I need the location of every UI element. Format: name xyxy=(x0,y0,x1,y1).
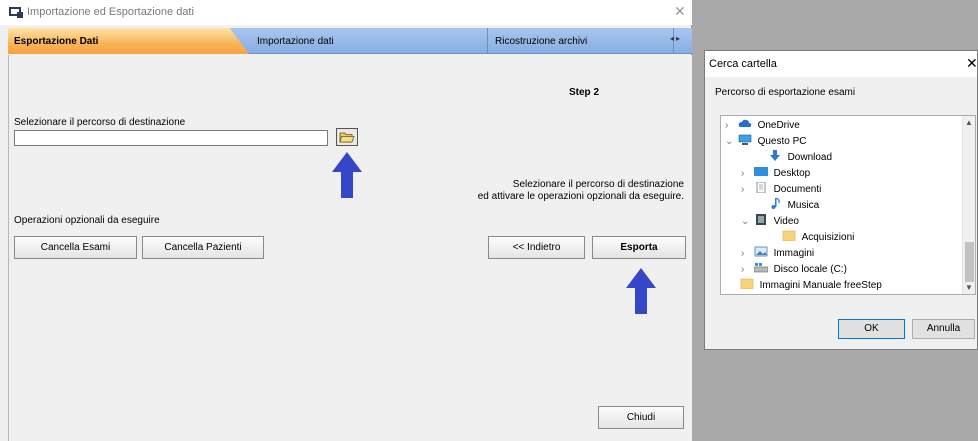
tree-scrollbar[interactable]: ▲ ▼ xyxy=(962,116,975,294)
step-label: Step 2 xyxy=(569,87,600,98)
app-icon xyxy=(9,7,23,18)
hint-line-1: Selezionare il percorso di destinazione xyxy=(512,179,684,190)
annulla-button[interactable]: Annulla xyxy=(912,319,975,339)
tab-esportazione-dati[interactable]: Esportazione Dati xyxy=(8,28,249,54)
scrollbar-thumb[interactable] xyxy=(965,242,974,282)
tree-item-acquisizioni[interactable]: Acquisizioni xyxy=(769,230,854,246)
browse-folder-button[interactable] xyxy=(336,128,358,146)
tree-item-video[interactable]: ⌄ Video xyxy=(741,214,799,230)
documents-icon xyxy=(756,182,766,193)
main-window: Importazione ed Esportazione dati ✕ Espo… xyxy=(0,0,692,441)
tree-item-immagini[interactable]: › Immagini xyxy=(741,246,814,262)
hint-line-2: ed attivare le operazioni opzionali da e… xyxy=(477,191,684,202)
tree-item-questo-pc[interactable]: ⌄ Questo PC xyxy=(725,134,806,150)
destination-label: Selezionare il percorso di destinazione xyxy=(14,117,186,128)
folder-tree[interactable]: › OneDrive ⌄ Questo PC Download › Deskto… xyxy=(720,115,976,295)
download-icon xyxy=(769,150,780,161)
optional-operations-label: Operazioni opzionali da eseguire xyxy=(14,215,160,226)
tab-importazione-dati[interactable]: Importazione dati xyxy=(251,28,488,54)
close-button[interactable]: Chiudi xyxy=(598,406,684,429)
tree-item-documenti[interactable]: › Documenti xyxy=(741,182,821,198)
tree-item-immagini-manuale-freestep[interactable]: Immagini Manuale freeStep xyxy=(727,278,882,294)
tree-item-onedrive[interactable]: › OneDrive xyxy=(725,118,800,134)
title-bar: Importazione ed Esportazione dati ✕ xyxy=(0,0,692,25)
chevron-right-icon[interactable]: › xyxy=(741,166,751,182)
folder-icon xyxy=(782,230,796,241)
ok-button[interactable]: OK xyxy=(838,319,905,339)
tab-ricostruzione-archivi[interactable]: Ricostruzione archivi xyxy=(489,28,674,54)
drive-icon xyxy=(753,263,768,273)
cancella-esami-button[interactable]: Cancella Esami xyxy=(14,236,137,259)
open-folder-icon xyxy=(339,132,355,143)
tree-item-download[interactable]: Download xyxy=(755,150,832,166)
tree-item-desktop[interactable]: › Desktop xyxy=(741,166,810,182)
chevron-down-icon[interactable]: ⌄ xyxy=(741,214,751,230)
export-button[interactable]: Esporta xyxy=(592,236,686,259)
chevron-right-icon[interactable]: › xyxy=(741,262,751,278)
instruction-hint: Selezionare il percorso di destinazione … xyxy=(470,179,684,203)
close-icon[interactable]: ✕ xyxy=(966,56,978,70)
dialog-title: Cerca cartella xyxy=(709,58,777,70)
up-arrow-indicator-icon xyxy=(626,268,656,314)
window-title: Importazione ed Esportazione dati xyxy=(27,6,194,18)
up-arrow-indicator-icon xyxy=(332,152,362,198)
chevron-down-icon[interactable]: ▼ xyxy=(965,283,973,292)
chevron-up-icon[interactable]: ▲ xyxy=(965,118,973,127)
desktop-icon xyxy=(753,167,768,176)
dialog-title-bar: Cerca cartella ✕ xyxy=(705,51,978,77)
tree-item-disco-locale[interactable]: › Disco locale (C:) xyxy=(741,262,847,278)
video-icon xyxy=(755,214,766,225)
tree-item-musica[interactable]: Musica xyxy=(755,198,819,214)
dialog-description: Percorso di esportazione esami xyxy=(715,87,856,98)
computer-icon xyxy=(738,134,752,145)
tab-strip: Esportazione Dati Importazione dati Rico… xyxy=(8,28,692,54)
browse-folder-dialog: Cerca cartella ✕ Percorso di esportazion… xyxy=(704,50,978,350)
music-icon xyxy=(771,198,780,209)
images-icon xyxy=(754,246,768,257)
chevron-right-icon[interactable]: › xyxy=(725,118,735,134)
chevron-right-icon[interactable]: › xyxy=(741,182,751,198)
chevron-right-icon[interactable]: › xyxy=(741,246,751,262)
close-icon[interactable]: ✕ xyxy=(674,4,686,18)
destination-path-input[interactable] xyxy=(14,130,328,146)
cancella-pazienti-button[interactable]: Cancella Pazienti xyxy=(142,236,264,259)
cloud-icon xyxy=(738,119,752,127)
chevron-down-icon[interactable]: ⌄ xyxy=(725,134,735,150)
folder-icon xyxy=(740,278,754,289)
tab-scroll-arrows-icon[interactable]: ◂▸ xyxy=(670,34,682,43)
back-button[interactable]: << Indietro xyxy=(488,236,585,259)
